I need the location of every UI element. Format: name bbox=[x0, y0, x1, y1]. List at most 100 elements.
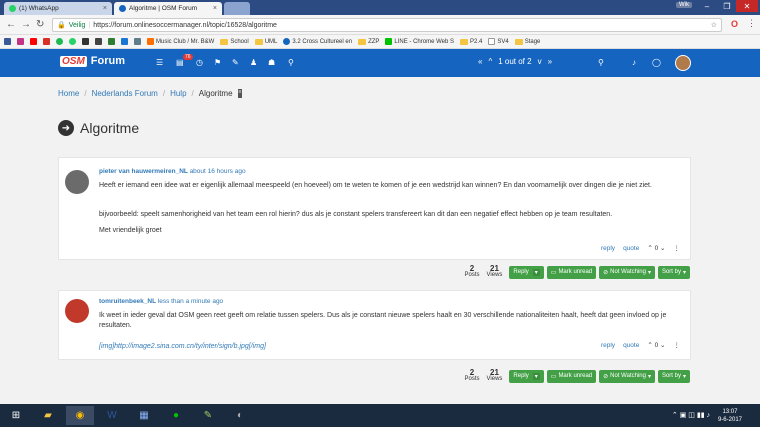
chat-icon[interactable]: ◯ bbox=[652, 58, 661, 67]
next-page-icon[interactable]: v bbox=[538, 57, 542, 66]
reload-icon[interactable]: ↻ bbox=[36, 19, 44, 30]
caret-down-icon[interactable]: ▾ bbox=[532, 268, 540, 276]
recent-icon[interactable]: ◷ bbox=[196, 58, 203, 67]
notepad-icon[interactable]: ✎ bbox=[194, 406, 222, 425]
inbox-icon[interactable]: ▤ bbox=[176, 58, 184, 67]
bookmark-icon[interactable] bbox=[134, 38, 141, 45]
vote-control: ⌃ 0 ⌄ bbox=[647, 341, 665, 349]
new-tab-button[interactable] bbox=[224, 2, 250, 15]
bookmark-music-club[interactable]: Music Club / Mr. B&W bbox=[147, 38, 214, 45]
avatar[interactable] bbox=[65, 299, 89, 323]
whatsapp-icon[interactable] bbox=[69, 38, 76, 45]
facebook-icon[interactable] bbox=[4, 38, 11, 45]
upvote-icon[interactable]: ⌃ bbox=[647, 342, 652, 349]
windows-start-icon[interactable]: ⊞ bbox=[2, 406, 30, 425]
reply-button[interactable]: Reply ▾ bbox=[509, 265, 544, 279]
caret-down-icon[interactable]: ▾ bbox=[532, 372, 540, 380]
download-icon[interactable] bbox=[95, 38, 102, 45]
more-icon[interactable]: ⋮ bbox=[674, 244, 681, 252]
reply-button[interactable]: Reply ▾ bbox=[509, 369, 544, 383]
reply-link[interactable]: reply bbox=[601, 245, 615, 252]
tags-icon[interactable]: ⚑ bbox=[214, 58, 221, 67]
avatar[interactable] bbox=[675, 55, 691, 71]
search-icon[interactable]: ⚲ bbox=[598, 58, 604, 67]
breadcrumb-hulp[interactable]: Hulp bbox=[170, 89, 186, 98]
address-toolbar: ← → ↻ 🔒 Veilig | https://forum.onlinesoc… bbox=[0, 15, 760, 35]
youtube-icon[interactable] bbox=[30, 38, 37, 45]
quote-link[interactable]: quote bbox=[623, 342, 639, 349]
bookmark-sv4[interactable]: SV4 bbox=[488, 38, 509, 45]
profile-name[interactable]: Wik bbox=[676, 2, 692, 8]
calculator-icon[interactable]: ▦ bbox=[130, 406, 158, 425]
bookmark-line[interactable]: LINE - Chrome Web S bbox=[385, 38, 454, 45]
bookmark-cross-cultureel[interactable]: 3.2 Cross Cultureel en bbox=[283, 38, 352, 45]
caret-down-icon: ▾ bbox=[682, 269, 686, 276]
first-page-icon[interactable]: « bbox=[478, 57, 482, 66]
minimize-icon[interactable]: – bbox=[696, 0, 718, 12]
file-explorer-icon[interactable]: ▰ bbox=[34, 406, 62, 425]
word-icon[interactable]: W bbox=[98, 406, 126, 425]
upvote-icon[interactable]: ⌃ bbox=[647, 245, 652, 252]
bookmark-zzp[interactable]: ZZP bbox=[358, 38, 379, 45]
forward-icon[interactable]: → bbox=[21, 19, 31, 30]
bookmark-star-icon[interactable]: ☆ bbox=[711, 21, 717, 29]
extension-icon[interactable]: O bbox=[731, 19, 738, 29]
back-icon[interactable]: ← bbox=[6, 19, 16, 30]
url-text[interactable]: https://forum.onlinesoccermanager.nl/top… bbox=[93, 22, 277, 29]
search-icon[interactable]: ⚲ bbox=[288, 58, 294, 67]
avatar[interactable] bbox=[65, 170, 89, 194]
bookmark-stage[interactable]: Stage bbox=[514, 38, 540, 45]
menu-icon[interactable]: ⋮ bbox=[747, 18, 756, 29]
bookmark-uml[interactable]: UML bbox=[254, 38, 277, 45]
spotify-icon[interactable] bbox=[56, 38, 63, 45]
post-image-bbcode[interactable]: [img]http://image2.sina.com.cn/ty/inter/… bbox=[99, 342, 684, 352]
line-app-icon[interactable]: ● bbox=[162, 406, 190, 425]
user-icon[interactable]: ♟ bbox=[250, 58, 257, 67]
line-icon bbox=[385, 38, 393, 45]
restore-icon[interactable]: ❐ bbox=[716, 0, 738, 12]
post-author[interactable]: tomruitenbeek_NL less than a minute ago bbox=[99, 298, 223, 305]
posts-stat: 2 Posts bbox=[464, 264, 480, 279]
instagram-icon[interactable] bbox=[17, 38, 24, 45]
taskbar-clock[interactable]: 13:07 9-6-2017 bbox=[718, 408, 742, 424]
breadcrumb-nederlands-forum[interactable]: Nederlands Forum bbox=[92, 89, 158, 98]
downvote-icon[interactable]: ⌄ bbox=[660, 342, 665, 349]
close-tab-icon[interactable]: × bbox=[213, 5, 217, 12]
bookmark-p24[interactable]: P2.4 bbox=[460, 38, 482, 45]
watch-button[interactable]: ⊘ Not Watching ▾ bbox=[599, 369, 655, 383]
breadcrumb-home[interactable]: Home bbox=[58, 89, 79, 98]
pager-text: 1 out of 2 bbox=[498, 57, 532, 66]
prev-page-icon[interactable]: ^ bbox=[488, 57, 492, 66]
bookmark-icon[interactable] bbox=[82, 38, 89, 45]
close-window-icon[interactable]: ✕ bbox=[736, 0, 758, 12]
topic-pager[interactable]: « ^ 1 out of 2 v » bbox=[478, 57, 552, 66]
popular-icon[interactable]: ✎ bbox=[232, 58, 239, 67]
bookmark-icon[interactable] bbox=[108, 38, 115, 45]
post-author[interactable]: pieter van hauwermeiren_NL about 16 hour… bbox=[99, 168, 246, 175]
reply-link[interactable]: reply bbox=[601, 342, 615, 349]
mark-unread-button[interactable]: ▭ Mark unread bbox=[546, 265, 597, 279]
chrome-icon[interactable]: ◉ bbox=[66, 406, 94, 425]
app-icon[interactable]: ◐ bbox=[226, 406, 254, 425]
mark-unread-button[interactable]: ▭ Mark unread bbox=[546, 369, 597, 383]
url-bar[interactable]: 🔒 Veilig | https://forum.onlinesoccerman… bbox=[52, 18, 722, 32]
close-tab-icon[interactable]: × bbox=[103, 5, 107, 12]
downvote-icon[interactable]: ⌄ bbox=[660, 245, 665, 252]
sort-button[interactable]: Sort by ▾ bbox=[657, 369, 690, 383]
bell-icon[interactable]: ♪ bbox=[632, 58, 636, 67]
rss-icon[interactable]: ≡ bbox=[237, 89, 243, 98]
groups-icon[interactable]: ☗ bbox=[268, 58, 275, 67]
quote-link[interactable]: quote bbox=[623, 245, 639, 252]
bookmark-icon[interactable] bbox=[121, 38, 128, 45]
forum-logo[interactable]: OSM Forum bbox=[60, 55, 125, 67]
last-page-icon[interactable]: » bbox=[548, 57, 552, 66]
watch-button[interactable]: ⊘ Not Watching ▾ bbox=[599, 265, 655, 279]
gmail-icon[interactable] bbox=[43, 38, 50, 45]
tab-whatsapp[interactable]: (1) WhatsApp × bbox=[4, 2, 112, 15]
tab-osm-forum[interactable]: Algoritme | OSM Forum × bbox=[114, 2, 222, 15]
categories-icon[interactable]: ☰ bbox=[156, 58, 163, 67]
system-tray[interactable]: ⌃ ▣ ◫ ▮▮ ♪ bbox=[672, 411, 710, 419]
more-icon[interactable]: ⋮ bbox=[674, 341, 681, 349]
sort-button[interactable]: Sort by ▾ bbox=[657, 265, 690, 279]
bookmark-school[interactable]: School bbox=[220, 38, 249, 45]
